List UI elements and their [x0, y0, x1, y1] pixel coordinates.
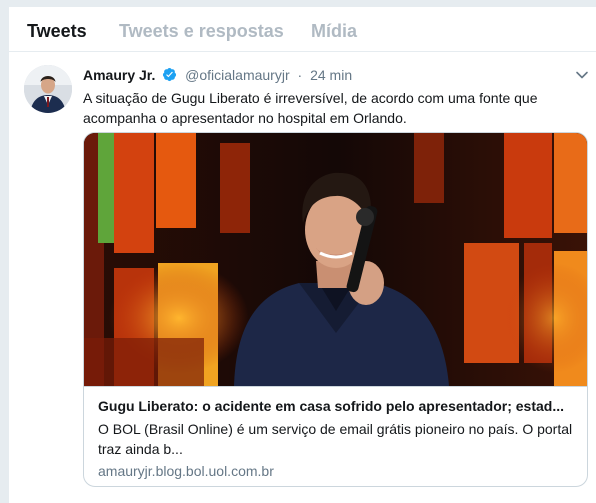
avatar-image	[24, 65, 72, 113]
tweet-text: A situação de Gugu Liberato é irreversív…	[83, 90, 538, 126]
avatar[interactable]	[24, 65, 72, 113]
card-image	[84, 133, 587, 386]
author-handle[interactable]: @oficialamauryjr	[185, 67, 289, 83]
link-card[interactable]: Gugu Liberato: o acidente em casa sofrid…	[83, 132, 588, 487]
tab-tweets[interactable]: Tweets	[27, 7, 87, 52]
card-photo	[84, 133, 587, 386]
tweet-timestamp[interactable]: 24 min	[310, 67, 352, 83]
card-description: O BOL (Brasil Online) é um serviço de em…	[98, 421, 573, 457]
separator-dot: ·	[297, 67, 303, 83]
verified-badge-icon	[163, 67, 177, 82]
tab-media[interactable]: Mídia	[311, 7, 357, 52]
chevron-down-icon[interactable]	[575, 68, 589, 82]
card-domain[interactable]: amauryjr.blog.bol.uol.com.br	[98, 461, 575, 481]
profile-tabs: Tweets Tweets e respostas Mídia	[9, 7, 596, 52]
tab-tweets-and-replies[interactable]: Tweets e respostas	[119, 7, 284, 52]
profile-timeline-panel: Tweets Tweets e respostas Mídia Amaury J…	[8, 7, 596, 503]
author-name[interactable]: Amaury Jr.	[83, 67, 155, 83]
card-body: Gugu Liberato: o acidente em casa sofrid…	[84, 386, 587, 486]
tweet-header: Amaury Jr. @oficialamauryjr · 24 min	[83, 65, 352, 85]
tweet[interactable]: Amaury Jr. @oficialamauryjr · 24 min A s…	[9, 52, 596, 503]
card-title[interactable]: Gugu Liberato: o acidente em casa sofrid…	[98, 396, 575, 416]
